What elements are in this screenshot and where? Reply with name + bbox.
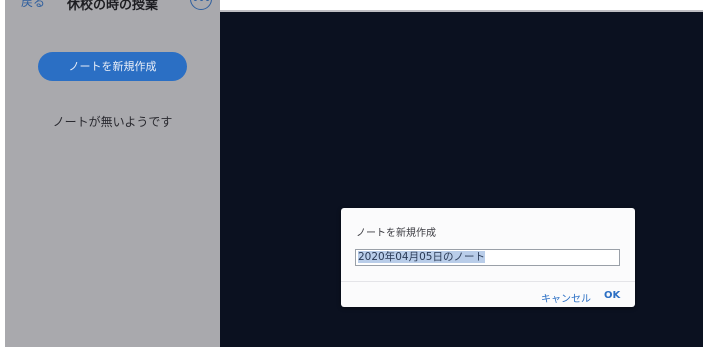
sidebar-title: 休校の時の授業	[66, 0, 158, 13]
note-name-input[interactable]: 2020年04月05日のノート	[355, 249, 620, 266]
screen: 戻る 休校の時の授業 ••• ノートを新規作成 ノートが無いようです ノートを新…	[0, 0, 703, 347]
new-note-button[interactable]: ノートを新規作成	[38, 52, 187, 81]
new-note-dialog: ノートを新規作成 2020年04月05日のノート キャンセル OK	[341, 208, 635, 307]
cancel-button[interactable]: キャンセル	[541, 290, 591, 305]
ok-button[interactable]: OK	[604, 290, 620, 301]
note-name-selected-text: 2020年04月05日のノート	[358, 251, 485, 263]
sidebar-header: 戻る 休校の時の授業 •••	[5, 0, 220, 26]
dialog-divider	[341, 281, 635, 282]
dialog-title: ノートを新規作成	[356, 228, 436, 239]
sidebar: 戻る 休校の時の授業 ••• ノートを新規作成 ノートが無いようです	[5, 0, 220, 347]
empty-notes-message: ノートが無いようです	[52, 115, 173, 129]
